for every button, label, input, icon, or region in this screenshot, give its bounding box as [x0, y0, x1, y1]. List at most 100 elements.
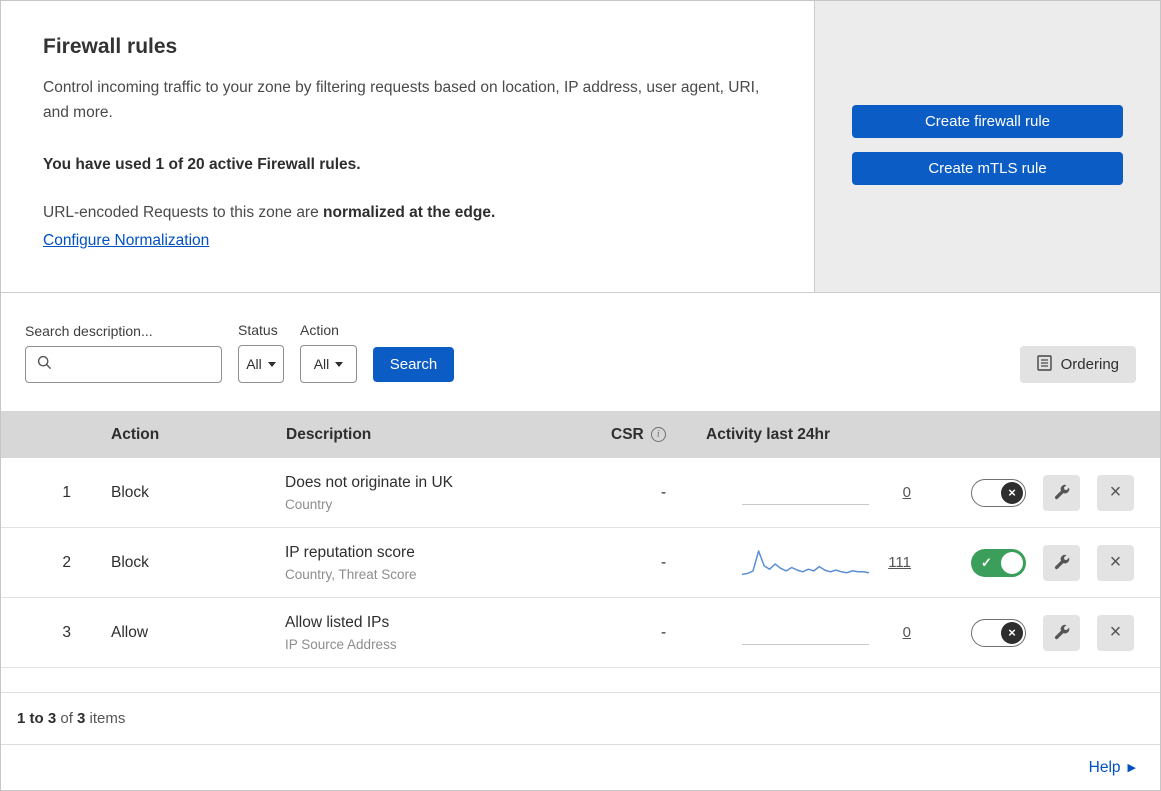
rule-fields: Country, Threat Score: [285, 566, 417, 582]
rule-action: Block: [111, 483, 149, 501]
table-row: 1 Block Does not originate in UK Country…: [1, 458, 1160, 528]
rule-description: Allow listed IPs: [285, 613, 390, 631]
configure-normalization-link[interactable]: Configure Normalization: [43, 232, 209, 249]
wrench-icon: [1054, 624, 1070, 640]
rule-priority: 2: [62, 553, 71, 571]
table-row: 3 Allow Allow listed IPs IP Source Addre…: [1, 598, 1160, 668]
table-row: 2 Block IP reputation score Country, Thr…: [1, 528, 1160, 598]
rule-description-cell: Allow listed IPs IP Source Address: [266, 614, 591, 652]
rule-description-cell: Does not originate in UK Country: [266, 474, 591, 512]
help-link[interactable]: Help ▶: [1089, 759, 1136, 777]
help-link-label: Help: [1088, 758, 1121, 776]
column-header-description: Description: [286, 425, 372, 443]
normalization-note: URL-encoded Requests to this zone are no…: [43, 204, 772, 222]
column-header-action: Action: [111, 425, 160, 443]
arrow-right-icon: ▶: [1127, 762, 1136, 774]
toggle-knob: ×: [1001, 621, 1023, 644]
activity-count-link[interactable]: 111: [888, 554, 911, 571]
toggle-knob: ×: [1001, 551, 1023, 574]
ordering-button[interactable]: Ordering: [1019, 346, 1136, 383]
rule-action: Block: [111, 553, 149, 571]
close-icon: ×: [1109, 481, 1122, 503]
chevron-down-icon: [267, 361, 276, 367]
rule-fields: Country: [285, 496, 333, 512]
items-range: 1 to 3: [17, 710, 57, 727]
edit-rule-button[interactable]: [1043, 474, 1080, 511]
rule-controls: ✓ × ×: [941, 614, 1160, 651]
rule-controls: ✓ × ×: [941, 474, 1160, 511]
header-section: Firewall rules Control incoming traffic …: [1, 1, 1160, 293]
rule-csr-value: -: [661, 553, 667, 571]
activity-sparkline: [742, 545, 869, 581]
toggle-x-icon: ×: [1008, 485, 1016, 500]
wrench-icon: [1054, 484, 1070, 500]
status-dropdown[interactable]: All: [238, 345, 284, 383]
info-icon[interactable]: i: [650, 427, 666, 442]
table-bottom-gap: [1, 668, 1160, 692]
edit-rule-button[interactable]: [1043, 614, 1080, 651]
rule-priority: 3: [62, 623, 71, 641]
rule-enabled-toggle[interactable]: ✓ ×: [971, 478, 1026, 507]
chevron-down-icon: [335, 361, 344, 367]
rule-enabled-toggle[interactable]: ✓ ×: [971, 548, 1026, 577]
activity-sparkline: [742, 615, 869, 651]
toggle-x-icon: ×: [1008, 625, 1016, 640]
close-icon: ×: [1109, 621, 1122, 643]
items-of-text: of: [56, 710, 78, 727]
column-header-activity: Activity last 24hr: [706, 425, 831, 443]
firewall-rules-page: Firewall rules Control incoming traffic …: [0, 0, 1161, 791]
intro-card: Firewall rules Control incoming traffic …: [1, 1, 815, 292]
status-dropdown-value: All: [246, 356, 262, 372]
rule-priority: 1: [62, 483, 71, 501]
delete-rule-button[interactable]: ×: [1097, 544, 1134, 581]
activity-count-link[interactable]: 0: [903, 484, 911, 501]
column-header-csr: CSR i: [591, 426, 686, 444]
rule-description-cell: IP reputation score Country, Threat Scor…: [266, 544, 591, 582]
action-filter-group: Action All: [300, 322, 357, 383]
search-input[interactable]: [25, 346, 222, 383]
toggle-check-icon: ✓: [981, 554, 992, 570]
search-group: Search description...: [25, 323, 222, 383]
rule-activity-cell: 111: [686, 545, 941, 581]
action-dropdown-value: All: [313, 356, 330, 372]
ordering-button-label: Ordering: [1060, 356, 1119, 373]
normalization-note-bold: normalized at the edge.: [323, 203, 496, 221]
action-label: Action: [300, 322, 339, 338]
rule-activity-cell: 0: [686, 615, 941, 651]
rule-fields: IP Source Address: [285, 636, 397, 652]
delete-rule-button[interactable]: ×: [1097, 474, 1134, 511]
rule-description: Does not originate in UK: [285, 473, 454, 491]
search-label: Search description...: [25, 323, 153, 339]
create-firewall-rule-button[interactable]: Create firewall rule: [852, 105, 1123, 138]
table-header-row: Action Description CSR i Activity last 2…: [1, 411, 1160, 458]
rule-action: Allow: [111, 623, 149, 641]
rule-activity-cell: 0: [686, 475, 941, 511]
csr-header-label: CSR: [611, 425, 644, 443]
rule-csr-value: -: [661, 483, 667, 501]
help-bar: Help ▶: [1, 744, 1160, 790]
rule-controls: ✓ × ×: [941, 544, 1160, 581]
status-filter-group: Status All: [238, 322, 284, 383]
rule-enabled-toggle[interactable]: ✓ ×: [971, 618, 1026, 647]
activity-count-link[interactable]: 0: [903, 624, 911, 641]
rule-csr-value: -: [661, 623, 667, 641]
delete-rule-button[interactable]: ×: [1097, 614, 1134, 651]
rule-description: IP reputation score: [285, 543, 415, 561]
search-icon: [37, 355, 52, 375]
page-title: Firewall rules: [43, 35, 178, 58]
actions-panel: Create firewall rule Create mTLS rule: [815, 1, 1160, 292]
toggle-knob: ×: [1001, 481, 1023, 504]
items-label: items: [85, 710, 126, 727]
page-description: Control incoming traffic to your zone by…: [43, 79, 760, 121]
filter-bar: Search description... Status All Action …: [1, 293, 1160, 411]
activity-sparkline: [742, 475, 869, 511]
pagination-summary: 1 to 3 of 3 items: [1, 692, 1160, 744]
search-button[interactable]: Search: [373, 347, 454, 382]
status-label: Status: [238, 322, 278, 338]
edit-rule-button[interactable]: [1043, 544, 1080, 581]
close-icon: ×: [1109, 551, 1122, 573]
action-dropdown[interactable]: All: [300, 345, 357, 383]
create-mtls-rule-button[interactable]: Create mTLS rule: [852, 152, 1123, 185]
usage-summary: You have used 1 of 20 active Firewall ru…: [43, 155, 361, 173]
ordering-list-icon: [1036, 354, 1052, 375]
